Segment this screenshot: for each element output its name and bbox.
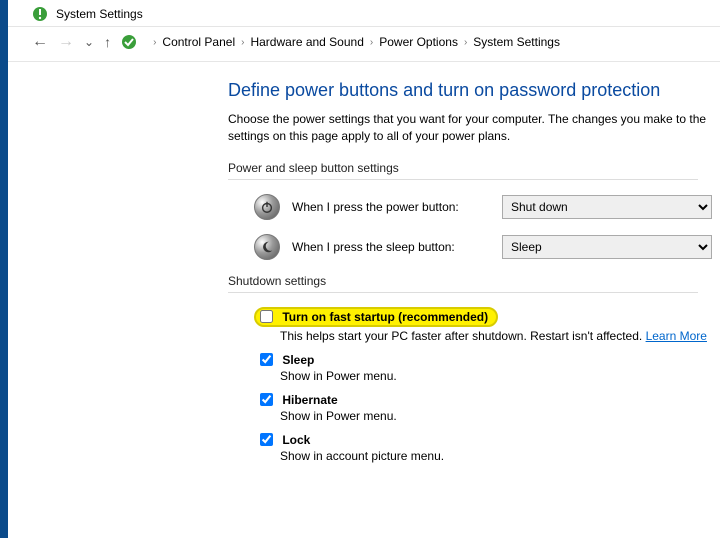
sleep-checkbox[interactable] xyxy=(260,353,273,366)
fast-startup-row: Turn on fast startup (recommended) This … xyxy=(260,307,720,343)
lock-sub: Show in account picture menu. xyxy=(280,449,720,463)
content-pane: Define power buttons and turn on passwor… xyxy=(8,62,720,463)
location-icon xyxy=(121,34,137,50)
sleep-button-label: When I press the sleep button: xyxy=(292,240,490,254)
fast-startup-sub: This helps start your PC faster after sh… xyxy=(280,329,720,343)
lock-label: Lock xyxy=(282,433,310,447)
forward-button[interactable]: → xyxy=(58,33,74,51)
sleep-button-select[interactable]: Do nothingSleepHibernateShut down xyxy=(502,235,712,259)
fast-startup-sub-text: This helps start your PC faster after sh… xyxy=(280,329,642,343)
control-panel-icon xyxy=(32,6,48,22)
chevron-right-icon: › xyxy=(464,37,467,48)
section-shutdown-heading: Shutdown settings xyxy=(228,274,698,293)
page-title: Define power buttons and turn on passwor… xyxy=(228,80,720,101)
breadcrumb-item[interactable]: Control Panel xyxy=(162,35,235,49)
learn-more-link[interactable]: Learn More xyxy=(646,329,707,343)
power-button-row: When I press the power button: Do nothin… xyxy=(254,194,720,220)
up-button[interactable]: ↑ xyxy=(104,34,111,50)
moon-icon xyxy=(254,234,280,260)
section-power-sleep-heading: Power and sleep button settings xyxy=(228,161,698,180)
power-button-select[interactable]: Do nothingSleepHibernateShut down xyxy=(502,195,712,219)
sleep-label: Sleep xyxy=(282,353,314,367)
hibernate-sub: Show in Power menu. xyxy=(280,409,720,423)
chevron-right-icon: › xyxy=(370,37,373,48)
breadcrumb-item[interactable]: System Settings xyxy=(473,35,560,49)
fast-startup-label: Turn on fast startup (recommended) xyxy=(282,310,488,324)
back-button[interactable]: ← xyxy=(32,33,48,51)
title-bar: System Settings xyxy=(8,0,720,27)
lock-checkbox[interactable] xyxy=(260,433,273,446)
page-description: Choose the power settings that you want … xyxy=(228,111,720,145)
hibernate-checkbox[interactable] xyxy=(260,393,273,406)
chevron-right-icon: › xyxy=(241,37,244,48)
sleep-button-row: When I press the sleep button: Do nothin… xyxy=(254,234,720,260)
fast-startup-checkbox[interactable] xyxy=(260,310,273,323)
breadcrumb-item[interactable]: Power Options xyxy=(379,35,458,49)
chevron-right-icon: › xyxy=(153,37,156,48)
power-icon xyxy=(254,194,280,220)
hibernate-label: Hibernate xyxy=(282,393,337,407)
hibernate-row: Hibernate Show in Power menu. xyxy=(260,393,720,423)
fast-startup-highlight: Turn on fast startup (recommended) xyxy=(254,307,498,327)
recent-dropdown[interactable]: ⌄ xyxy=(84,35,94,49)
breadcrumb[interactable]: › Control Panel › Hardware and Sound › P… xyxy=(153,35,560,49)
nav-bar: ← → ⌄ ↑ › Control Panel › Hardware and S… xyxy=(8,27,720,62)
breadcrumb-item[interactable]: Hardware and Sound xyxy=(250,35,363,49)
window-title: System Settings xyxy=(56,7,143,21)
lock-row: Lock Show in account picture menu. xyxy=(260,433,720,463)
sleep-row: Sleep Show in Power menu. xyxy=(260,353,720,383)
sleep-sub: Show in Power menu. xyxy=(280,369,720,383)
shutdown-settings-list: Turn on fast startup (recommended) This … xyxy=(260,307,720,463)
power-button-label: When I press the power button: xyxy=(292,200,490,214)
